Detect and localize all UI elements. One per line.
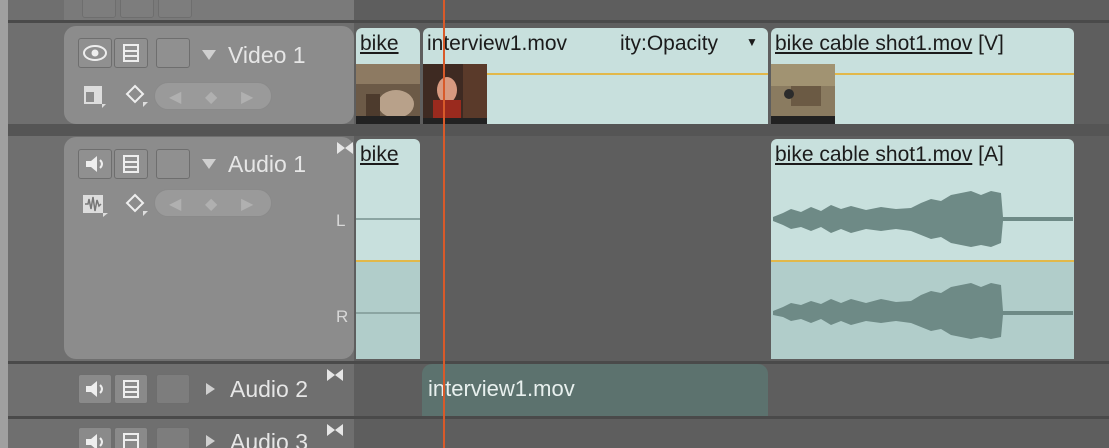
track-name-audio2: Audio 2 [230, 376, 309, 402]
left-waveform [773, 191, 1073, 247]
clip-title: interview1.mov [428, 376, 575, 401]
next-keyframe-icon[interactable]: ▶ [241, 194, 253, 214]
channel-bowtie-icon [327, 424, 343, 436]
opacity-property-dropdown[interactable]: ity:Opacity ▼ [618, 30, 764, 58]
partial-toggle-2[interactable] [120, 0, 154, 18]
add-keyframe-icon[interactable]: ◆ [205, 194, 217, 214]
audio-clip-bike-cable-shot1[interactable]: bike cable shot1.mov [A] [771, 139, 1074, 359]
partial-toggle-1[interactable] [82, 0, 116, 18]
clip-title: bike [360, 32, 399, 55]
add-keyframe-icon[interactable]: ◆ [205, 87, 217, 107]
clip-thumbnail [356, 64, 420, 124]
audio1-track-header[interactable]: Audio 1 ◀ ◆ ▶ L R [64, 137, 354, 359]
clip-thumbnail [771, 64, 835, 124]
collapse-triangle-icon[interactable] [202, 50, 216, 60]
left-waveform-baseline [356, 218, 420, 220]
partial-toggle-3[interactable] [158, 0, 192, 18]
top-track-row-partial [64, 0, 354, 20]
sync-lock-icon[interactable] [114, 149, 148, 179]
left-edge-strip [0, 0, 8, 448]
right-waveform-baseline [356, 312, 420, 314]
track-lock-toggle[interactable] [156, 38, 190, 68]
prev-keyframe-icon[interactable]: ◀ [169, 194, 181, 214]
video1-track-header[interactable]: Video 1 ◀ ◆ ▶ [64, 26, 354, 124]
track-lock-toggle[interactable] [156, 149, 190, 179]
audio-clip-interview1[interactable]: interview1.mov [422, 364, 768, 416]
chevron-down-icon: ▼ [746, 35, 758, 49]
clip-title: bike cable shot1.mov [V] [775, 32, 1004, 55]
audio-clip-bike[interactable]: bike [356, 139, 420, 359]
clip-title: bike cable shot1.mov [A] [775, 143, 1004, 166]
left-channel-label: L [336, 211, 346, 230]
track-lock-toggle[interactable] [156, 427, 190, 448]
clip-title: interview1.mov [427, 32, 568, 55]
right-waveform [773, 283, 1073, 339]
clip-title: bike [360, 143, 399, 166]
speaker-icon[interactable] [78, 374, 112, 404]
property-label: ity:Opacity [620, 32, 719, 55]
track-name-audio1: Audio 1 [228, 151, 307, 177]
keyframe-navigator[interactable]: ◀ ◆ ▶ [154, 189, 272, 217]
volume-line[interactable] [356, 260, 420, 262]
volume-line[interactable] [771, 260, 1074, 262]
waveform-display-icon[interactable] [82, 193, 108, 217]
prev-keyframe-icon[interactable]: ◀ [169, 87, 181, 107]
sync-lock-icon[interactable] [114, 38, 148, 68]
eye-icon[interactable] [78, 38, 112, 68]
display-style-icon[interactable] [82, 84, 106, 108]
track-separator [8, 20, 1109, 23]
track-lock-toggle[interactable] [156, 374, 190, 404]
expand-triangle-icon[interactable] [206, 383, 215, 395]
audio3-track-header[interactable]: Audio 3 [64, 419, 354, 448]
keyframe-navigator[interactable]: ◀ ◆ ▶ [154, 82, 272, 110]
playhead-line[interactable] [443, 0, 445, 448]
channel-bowtie-icon [337, 142, 353, 154]
next-keyframe-icon[interactable]: ▶ [241, 87, 253, 107]
collapse-triangle-icon[interactable] [202, 159, 216, 169]
sync-lock-icon[interactable] [114, 374, 148, 404]
speaker-icon[interactable] [78, 149, 112, 179]
clip-thumbnail [423, 64, 487, 124]
video-clip-bike-cable-shot1[interactable]: bike cable shot1.mov [V] [771, 28, 1074, 124]
track-separator [8, 124, 1109, 136]
audio2-track-header[interactable]: Audio 2 [64, 364, 354, 416]
speaker-icon[interactable] [78, 427, 112, 448]
channel-bowtie-icon [327, 369, 343, 381]
keyframe-diamond-icon[interactable] [124, 193, 148, 217]
track-name-video1: Video 1 [228, 42, 306, 68]
right-channel-area [356, 261, 420, 359]
video-clip-bike[interactable]: bike [356, 28, 420, 124]
track-name-audio3: Audio 3 [230, 429, 309, 448]
sync-lock-icon[interactable] [114, 427, 148, 448]
right-channel-label: R [336, 307, 349, 326]
keyframe-diamond-icon[interactable] [124, 84, 148, 108]
expand-triangle-icon[interactable] [206, 435, 215, 447]
